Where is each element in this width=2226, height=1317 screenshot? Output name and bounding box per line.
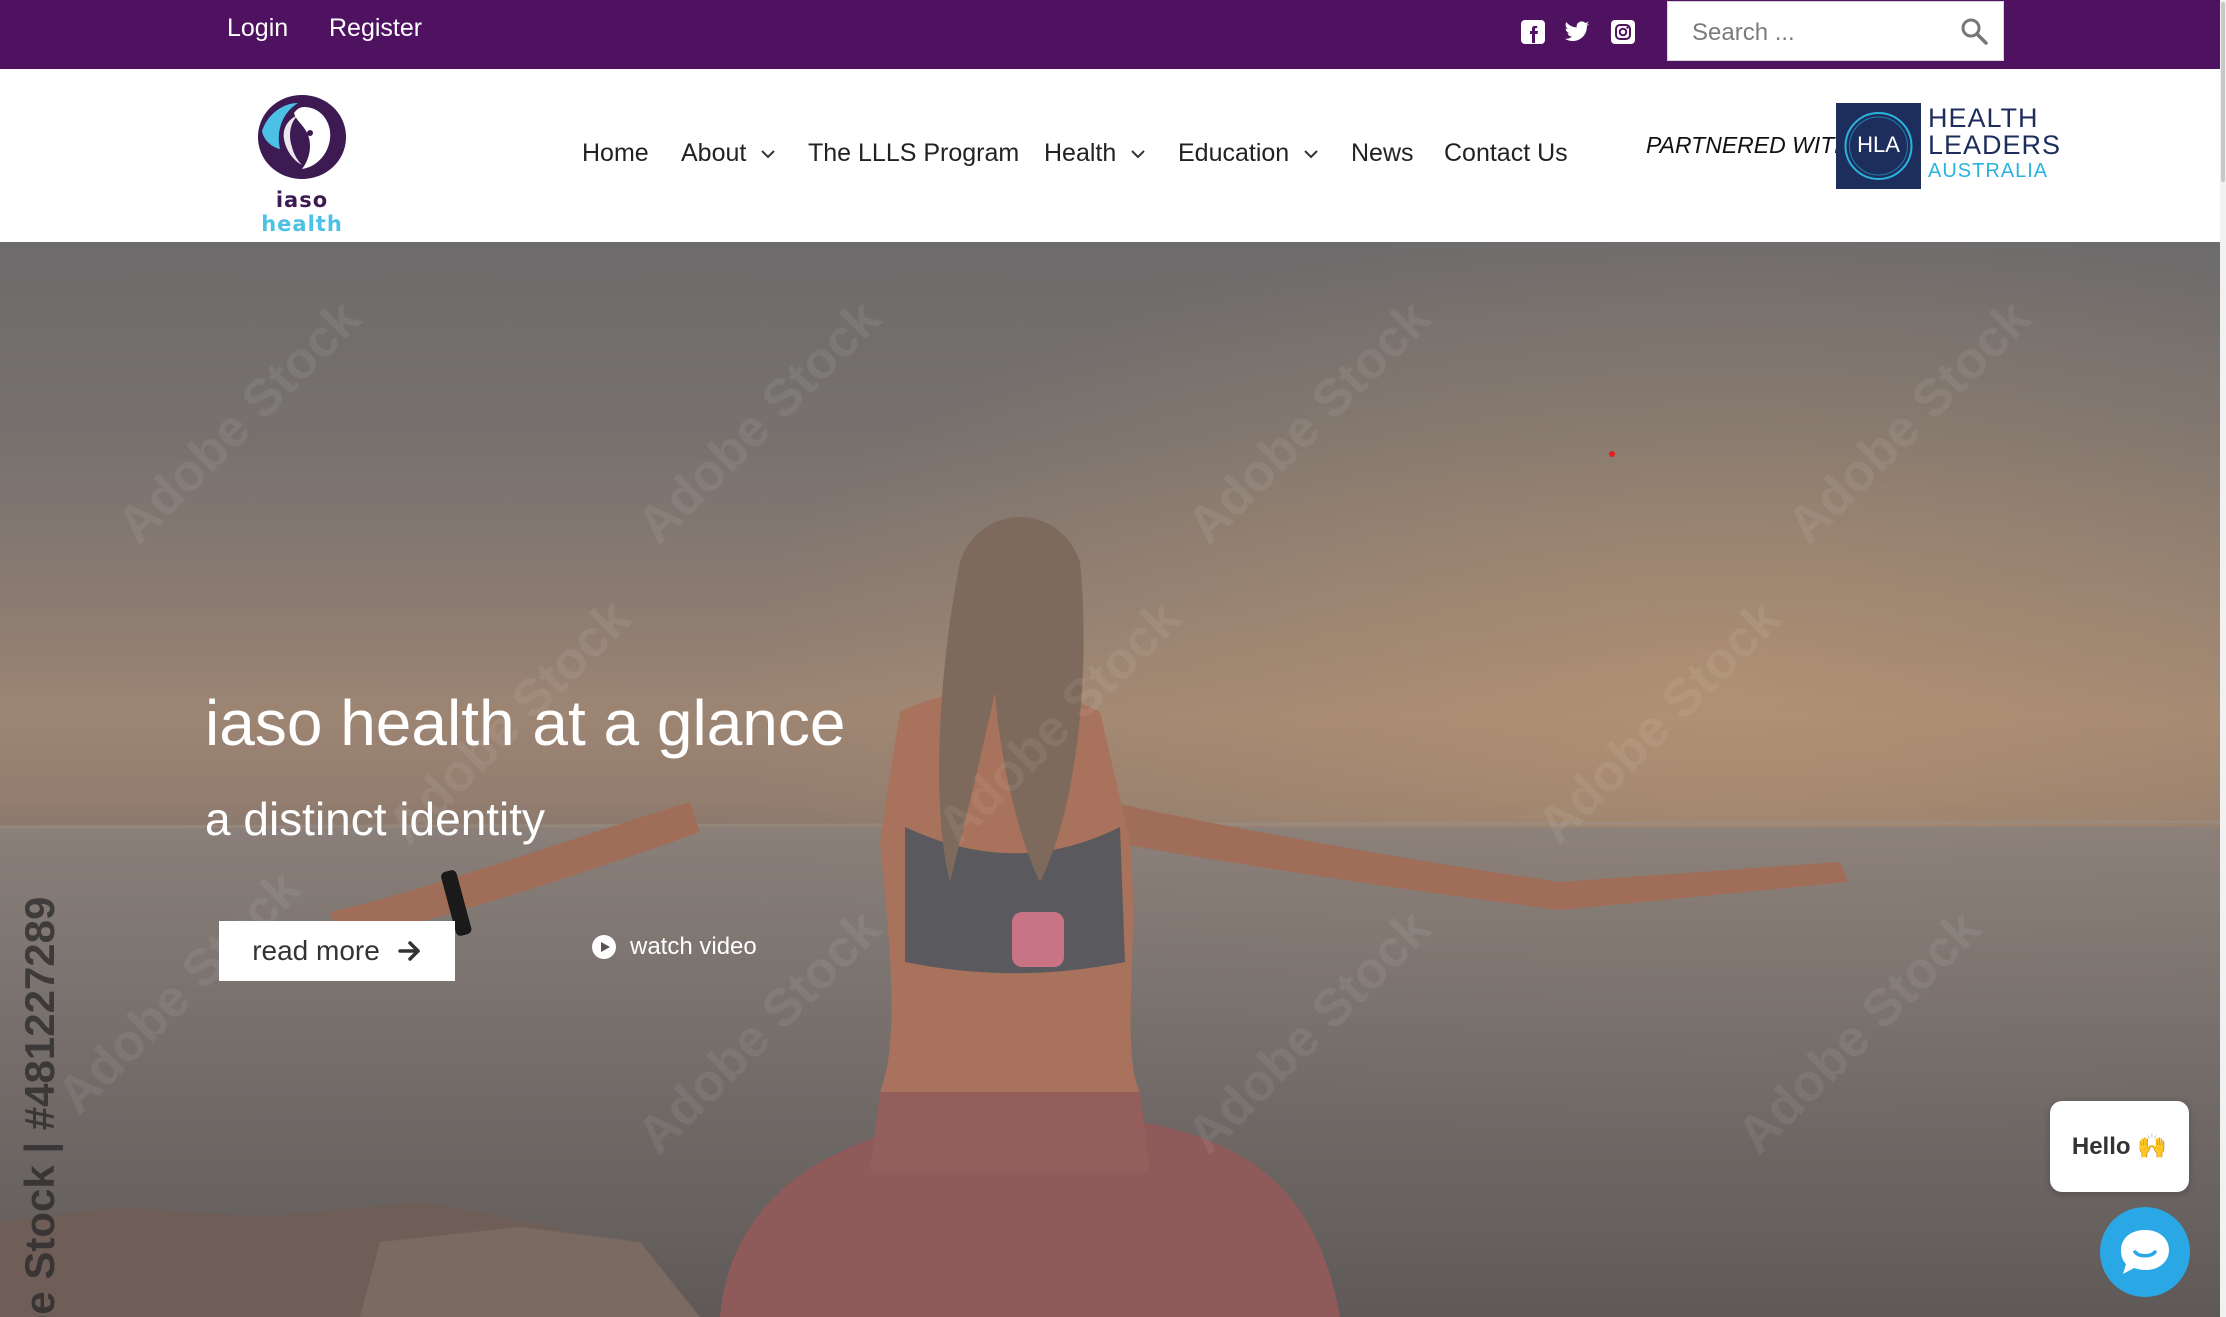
play-icon (592, 935, 616, 959)
nav-item-news[interactable]: News (1351, 139, 1414, 168)
chevron-down-icon (1131, 149, 1145, 158)
arrow-right-icon (398, 941, 420, 961)
chat-greeting-bubble[interactable]: Hello 🙌 (2050, 1101, 2189, 1192)
page-scrollbar[interactable] (2220, 0, 2226, 1317)
nav-item-home[interactable]: Home (582, 139, 649, 168)
nav-label-health: Health (1044, 139, 1117, 167)
red-dot-marker (1609, 451, 1615, 457)
chat-bubble-icon (2121, 1230, 2169, 1274)
nav-label-education: Education (1178, 139, 1290, 167)
hla-badge-text: HLA (1857, 132, 1900, 157)
nav-label-contact-us: Contact Us (1444, 139, 1568, 167)
nav-label-home: Home (582, 139, 649, 167)
watch-video-label: watch video (630, 933, 757, 960)
logo-wordmark: iaso health (232, 188, 372, 236)
hero-banner: Adobe Stock Adobe Stock Adobe Stock Adob… (0, 242, 2220, 1317)
search-icon[interactable] (1959, 16, 1989, 46)
watch-video-link[interactable]: watch video (592, 933, 757, 961)
site-logo[interactable]: iaso health (232, 91, 372, 236)
nav-item-health[interactable]: Health (1044, 139, 1146, 168)
nav-item-education[interactable]: Education (1178, 139, 1319, 168)
read-more-label: read more (252, 935, 380, 966)
hla-line-3: AUSTRALIA (1928, 160, 2049, 182)
nav-label-news: News (1351, 139, 1414, 167)
nav-label-llls-program: The LLLS Program (808, 139, 1020, 167)
hla-wordmark: HEALTH LEADERS AUSTRALIA (1928, 105, 2061, 183)
nav-item-contact-us[interactable]: Contact Us (1444, 139, 1568, 168)
partner-text: PARTNERED WITH (1646, 132, 1851, 158)
register-link[interactable]: Register (329, 14, 422, 43)
hla-line-2: LEADERS (1928, 130, 2062, 160)
hla-line-1: HEALTH (1928, 103, 2039, 133)
nav-label-about: About (681, 139, 747, 167)
facebook-icon[interactable] (1520, 19, 1546, 45)
scrollbar-thumb[interactable] (2221, 2, 2225, 182)
hero-title: iaso health at a glance (205, 687, 846, 759)
chevron-down-icon (761, 149, 776, 158)
twitter-icon[interactable] (1564, 19, 1590, 45)
site-header: iaso health Home About The LLLS Program … (0, 69, 2220, 242)
instagram-icon[interactable] (1610, 19, 1636, 45)
stock-id-stamp: obe Stock | #481227289 (16, 896, 63, 1317)
top-bar: Login Register (0, 0, 2220, 69)
chevron-down-icon (1304, 149, 1318, 158)
search-input[interactable] (1690, 14, 1954, 52)
read-more-button[interactable]: read more (219, 921, 455, 981)
logo-word-health: health (261, 212, 343, 236)
login-link[interactable]: Login (227, 14, 288, 43)
nav-item-about[interactable]: About (681, 139, 776, 168)
hero-subtitle: a distinct identity (205, 793, 546, 845)
nav-item-llls-program[interactable]: The LLLS Program (808, 139, 1019, 168)
search-box (1667, 1, 2004, 61)
logo-mark-icon (258, 95, 346, 179)
logo-word-iaso: iaso (275, 188, 329, 212)
chat-launcher-button[interactable] (2100, 1207, 2190, 1297)
hla-logo: HLA (1836, 103, 1921, 189)
